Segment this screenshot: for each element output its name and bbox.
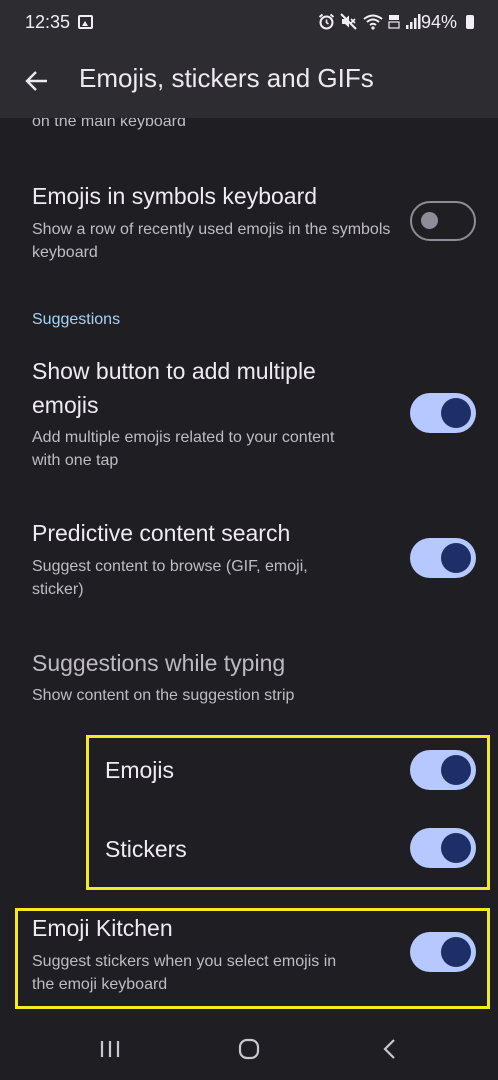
setting-title-line1: Show button to add multiple [32,358,316,384]
home-icon [238,1038,260,1060]
setting-title: Emojis in symbols keyboard [32,183,318,209]
volte-icon [388,15,400,29]
arrow-left-icon [25,71,47,91]
toggle-knob [441,398,471,428]
recents-button[interactable] [90,1032,130,1066]
toggle-knob [441,937,471,967]
toggle-knob [441,755,471,785]
setting-title: Predictive content search [32,520,291,546]
setting-subtitle-line1: Suggest content to browse (GIF, emoji, [32,558,308,575]
app-bar: Emojis, stickers and GIFs [0,46,498,118]
gallery-icon [78,15,93,29]
toggle-knob [441,543,471,573]
settings-list[interactable]: on the main keyboard Emojis in symbols k… [0,118,498,1018]
section-header: Suggestions [32,311,121,328]
setting-title-line2: emojis [32,392,99,418]
chevron-left-icon [383,1039,395,1059]
toggle-knob [421,212,438,229]
mute-icon [340,13,357,30]
emojis-toggle[interactable] [410,750,476,790]
status-bar: 12:35 94% [0,0,498,46]
battery-icon [466,15,474,29]
setting-subtitle-line2: sticker) [32,581,84,598]
setting-subtitle-line2: with one tap [32,452,119,469]
status-icons [318,13,421,30]
wifi-icon [363,14,383,30]
recents-icon [100,1041,120,1057]
multiple-emojis-toggle[interactable] [410,393,476,433]
setting-title: Emoji Kitchen [32,915,173,941]
clipped-subtitle: on the main keyboard [32,118,186,130]
setting-subtitle: Show content on the suggestion strip [32,687,295,704]
alarm-icon [318,13,335,30]
signal-icon [406,14,421,29]
stickers-toggle[interactable] [410,828,476,868]
emojis-symbols-toggle[interactable] [410,201,476,241]
setting-subtitle: Show a row of recently used emojis in th… [32,221,391,261]
nav-back-button[interactable] [369,1032,409,1066]
battery-percent: 94% [421,12,458,32]
setting-subtitle-line2: the emoji keyboard [32,976,168,993]
setting-title: Suggestions while typing [32,650,286,676]
page-title: Emojis, stickers and GIFs [79,63,374,93]
setting-title: Stickers [105,836,187,862]
setting-subtitle-line1: Suggest stickers when you select emojis … [32,953,337,970]
home-button[interactable] [229,1032,269,1066]
toggle-knob [441,833,471,863]
setting-title: Emojis [105,757,175,783]
navigation-bar [0,1018,498,1080]
predictive-search-toggle[interactable] [410,538,476,578]
setting-subtitle-line1: Add multiple emojis related to your cont… [32,429,335,446]
emoji-kitchen-toggle[interactable] [410,932,476,972]
status-time: 12:35 [25,12,71,32]
back-button[interactable] [14,58,60,104]
